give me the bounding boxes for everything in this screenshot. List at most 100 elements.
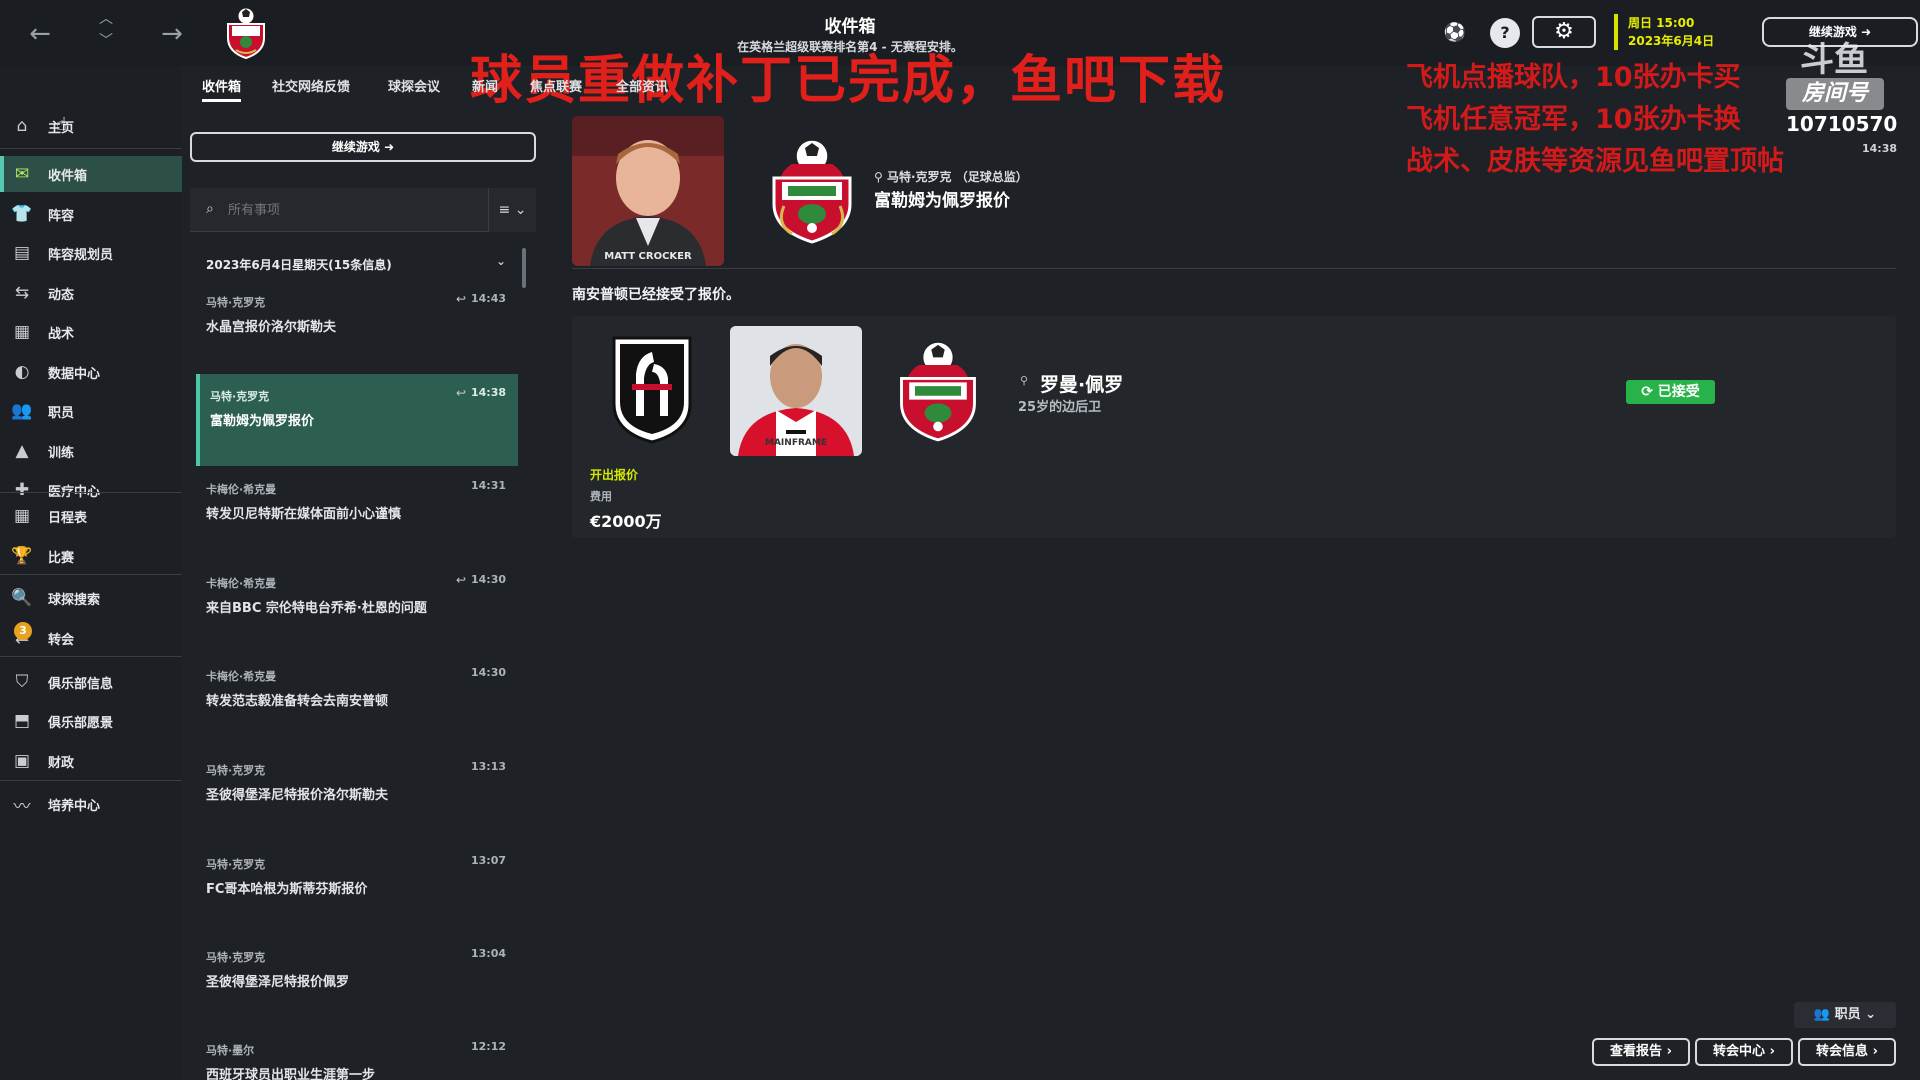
medical-icon: ✚ [14,480,30,500]
message-subject: 转发贝尼特斯在媒体面前小心谨慎 [206,507,402,522]
sidebar-item-tactics[interactable]: ▦ 战术 [0,314,182,350]
sidebar-item-finances[interactable]: ▣ 财政 [0,743,182,779]
message-subject: 来自BBC 宗伦特电台乔希·杜恩的问题 [206,601,427,616]
transfer-info-button[interactable]: 转会信息 › [1798,1038,1896,1066]
dynamics-icon: ⇆ [14,283,30,303]
filter-icon: ≡ [498,202,511,218]
inbox-message[interactable]: 卡梅伦·希克曼 ↩ 14:30 来自BBC 宗伦特电台乔希·杜恩的问题 [196,561,518,653]
transfer-center-label: 转会中心 [1713,1044,1766,1059]
detail-divider [572,268,1896,269]
sidebar-item-club-vision[interactable]: ⬒ 俱乐部愿景 [0,703,182,739]
finance-icon: ▣ [13,751,31,771]
message-subject: 圣彼得堡泽尼特报价佩罗 [206,975,350,990]
sidebar-item-inbox[interactable]: ✉ 收件箱 [0,156,182,192]
help-label: ? [1500,23,1510,42]
vision-icon: ⬒ [13,711,31,731]
sidebar-item-label: 职员 [48,405,75,421]
inbox-message[interactable]: 马特·墨尔 12:12 西班牙球员出职业生涯第一步 [196,1028,518,1080]
message-sender: 马特·克罗克 [206,296,266,309]
fulham-crest-icon[interactable] [610,334,694,446]
sidebar-item-development[interactable]: 〰 培养中心 [0,786,182,822]
tab-all-news[interactable]: 全部资讯 [616,76,668,102]
inbox-message[interactable]: 马特·克罗克 13:04 圣彼得堡泽尼特报价佩罗 [196,935,518,1027]
sidebar-divider [0,492,182,493]
sidebar-item-squad-planner[interactable]: ▤ 阵容规划员 [0,235,182,271]
view-report-button[interactable]: 查看报告 › [1592,1038,1690,1066]
sidebar-item-label: 转会 [48,632,75,648]
date-group-header[interactable]: 2023年6月4日星期天(15条信息) ⌄ [190,248,510,276]
staff-dropdown-button[interactable]: 👥 职员 ⌄ [1794,1002,1896,1028]
help-icon[interactable]: ? [1490,18,1520,48]
room-label: 房间号 [1786,78,1884,110]
sidebar-item-schedule[interactable]: ▦ 日程表 [0,498,182,534]
tab-social-feedback[interactable]: 社交网络反馈 [272,76,350,102]
stream-logo: 斗鱼 [1800,40,1868,80]
message-title: 富勒姆为佩罗报价 [874,191,1010,211]
sidebar-divider [0,780,182,781]
tab-scout-meeting[interactable]: 球探会议 [388,76,440,102]
trophy-icon: 🏆 [11,546,33,566]
date-group-label: 2023年6月4日星期天(15条信息) [206,258,392,272]
chevron-down-icon: ⌄ [496,254,507,268]
sidebar-divider [0,574,182,575]
message-sender: 卡梅伦·希克曼 [206,670,277,683]
filter-menu-button[interactable]: ≡ ⌄ [488,188,536,232]
message-time: 14:31 [470,479,506,492]
sidebar-item-data-hub[interactable]: ◐ 数据中心 [0,354,182,390]
club-crest-icon[interactable] [222,6,270,60]
room-time: 14:38 [1862,142,1898,155]
message-sender: 卡梅伦·希克曼 [206,577,277,590]
sidebar-item-label: 训练 [48,445,75,461]
transfer-center-button[interactable]: 转会中心 › [1695,1038,1793,1066]
sidebar: ⌂ 主页 ✉ 收件箱 👕 阵容 ▤ 阵容规划员 ⇆ 动态 ▦ 战术 ◐ 数据中心… [0,66,182,1080]
sidebar-item-training[interactable]: ▲ 训练 [0,433,182,469]
sidebar-item-staff[interactable]: 👥 职员 [0,393,182,429]
player-name-link[interactable]: 罗曼·佩罗 [1040,370,1123,397]
message-sender: 马特·克罗克 [206,764,266,777]
sidebar-item-scouting[interactable]: 🔍 球探搜索 [0,580,182,616]
back-icon[interactable]: ← [24,18,56,50]
forward-icon[interactable]: → [156,18,188,50]
player-shirt-sponsor: MAINFRAME [765,438,827,448]
sidebar-item-label: 动态 [48,287,75,303]
chevron-right-icon: › [1662,1044,1672,1059]
fee-value: €2000万 [590,512,662,531]
search-input[interactable] [228,200,468,220]
clipboard-icon: ▤ [13,243,31,263]
tab-inbox[interactable]: 收件箱 [202,76,242,102]
inbox-message[interactable]: 马特·克罗克 ↩ 14:43 水晶宫报价洛尔斯勒夫 [196,280,518,372]
reply-icon: ↩ [455,386,466,400]
down-icon[interactable]: ﹀ [96,30,116,52]
message-time: 14:30 [470,573,506,586]
player-photo[interactable]: MAINFRAME [730,326,862,456]
settings-button[interactable]: ⚙ [1532,16,1596,48]
sidebar-item-squad[interactable]: 👕 阵容 [0,196,182,232]
message-from: ⚲ 马特·克罗克 （足球总监） [874,168,1028,185]
sidebar-item-label: 俱乐部信息 [48,676,114,692]
sidebar-item-home[interactable]: ⌂ 主页 [0,108,182,144]
southampton-crest-small-icon[interactable] [890,334,986,446]
inbox-message[interactable]: 马特·克罗克 13:13 圣彼得堡泽尼特报价洛尔斯勒夫 [196,748,518,840]
calendar-icon: ▦ [13,506,31,526]
continue-game-button[interactable]: 继续游戏 ➜ [190,132,536,162]
inbox-message[interactable]: 马特·克罗克 13:07 FC哥本哈根为斯蒂芬斯报价 [196,842,518,934]
inbox-message[interactable]: 卡梅伦·希克曼 14:31 转发贝尼特斯在媒体面前小心谨慎 [196,467,518,559]
staff-icon: 👥 [1813,1007,1835,1022]
tab-focus-league[interactable]: 焦点联赛 [530,76,582,102]
list-scrollbar[interactable] [522,248,526,288]
up-icon[interactable]: ︿ [96,8,116,30]
sender-photo [572,116,724,266]
message-sender: 马特·墨尔 [206,1044,255,1057]
football-icon[interactable]: ⚽ [1440,18,1470,48]
sidebar-item-club-info[interactable]: ⛉ 俱乐部信息 [0,664,182,700]
tab-news[interactable]: 新闻 [472,76,498,102]
sidebar-item-competitions[interactable]: 🏆 比赛 [0,538,182,574]
gear-icon: ⚙ [1554,19,1574,44]
inbox-message[interactable]: 卡梅伦·希克曼 14:30 转发范志毅准备转会去南安普顿 [196,654,518,746]
transfer-info-label: 转会信息 [1816,1044,1869,1059]
sidebar-item-dynamics[interactable]: ⇆ 动态 [0,275,182,311]
mouse-cursor-icon: ☝ [56,114,67,135]
message-subject: 圣彼得堡泽尼特报价洛尔斯勒夫 [206,788,389,803]
inbox-message-selected[interactable]: 马特·克罗克 ↩ 14:38 富勒姆为佩罗报价 [196,374,518,466]
shirt-icon: 👕 [11,204,33,224]
